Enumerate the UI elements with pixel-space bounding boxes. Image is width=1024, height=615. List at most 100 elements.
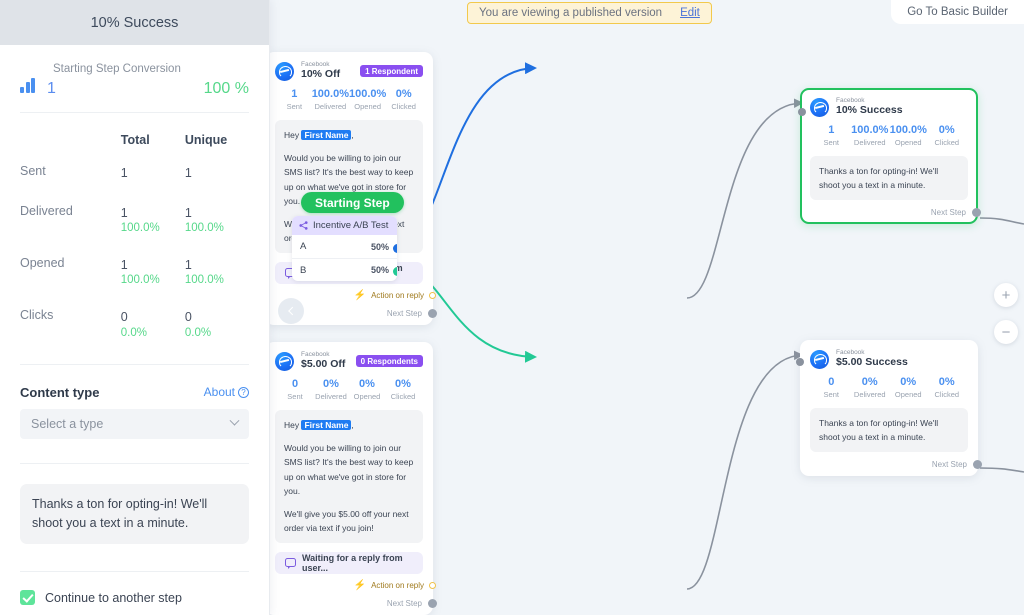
- card-header: Facebook 10% Off 1 Respondent: [275, 61, 423, 81]
- published-version-banner: You are viewing a published version Edit: [467, 2, 712, 24]
- action-on-reply-row[interactable]: ⚡ Action on reply: [275, 579, 436, 591]
- metric-delivered: 100.0% Delivered: [311, 88, 349, 112]
- card-title: $5.00 Success: [836, 356, 908, 369]
- stat-name: Sent: [20, 164, 46, 178]
- next-step-output-port[interactable]: [428, 308, 437, 318]
- metric-clicked: 0% Clicked: [391, 88, 416, 112]
- card-channel: Facebook: [301, 351, 330, 358]
- bubble-paragraph: Thanks a ton for opting-in! We'll shoot …: [819, 418, 939, 443]
- stats-col-unique: Unique: [184, 133, 228, 147]
- starting-step-label: Starting Step: [315, 195, 390, 210]
- waiting-for-reply-bar: Waiting for a reply from user...: [275, 551, 423, 574]
- first-name-merge-tag: First Name: [301, 130, 352, 141]
- banner-edit-link[interactable]: Edit: [680, 7, 700, 19]
- starting-step-conversion: Starting Step Conversion 1 100 %: [20, 45, 249, 112]
- metric-opened: 100.0% Opened: [349, 88, 387, 112]
- card-message-bubble: Thanks a ton for opting-in! We'll shoot …: [810, 408, 968, 453]
- zoom-out-label: −: [994, 320, 1018, 344]
- action-output-port[interactable]: [429, 582, 436, 590]
- conversion-percent: 100 %: [203, 80, 249, 97]
- waiting-label: Waiting for a reply from user...: [302, 552, 403, 573]
- zoom-in-button[interactable]: +: [994, 283, 1018, 307]
- card-header: Facebook 10% Success: [810, 97, 968, 117]
- ab-branch-b-percent: 50%: [370, 265, 389, 275]
- flow-card-ten-off[interactable]: Facebook 10% Off 1 Respondent 1 Sent 100.0% De…: [270, 52, 437, 325]
- metric-sent: 1 Sent: [823, 124, 839, 148]
- content-type-select[interactable]: Select a type: [20, 408, 249, 439]
- bolt-icon: ⚡: [353, 579, 367, 591]
- stat-total: 1 100.0%: [120, 206, 160, 235]
- metric-delivered: 0% Delivered: [853, 376, 886, 400]
- content-type-label: Content type: [20, 384, 100, 400]
- divider: [20, 571, 249, 573]
- zoom-out-button[interactable]: −: [994, 320, 1018, 344]
- card-title: $5.00 Off: [301, 358, 346, 371]
- continue-to-another-step-row[interactable]: Continue to another step: [20, 586, 249, 615]
- flow-canvas[interactable]: You are viewing a published version Edit…: [270, 0, 1024, 615]
- stat-name: Clicks: [20, 308, 54, 323]
- bubble-paragraph: Hey First Name,: [284, 128, 414, 142]
- ab-branch-a[interactable]: A 50%: [292, 235, 397, 258]
- basic-builder-label: Go To Basic Builder: [907, 6, 1008, 18]
- metric-sent: 0 Sent: [287, 378, 303, 402]
- ab-test-node[interactable]: Incentive A/B Test A 50% B 50%: [292, 216, 397, 281]
- bubble-paragraph: We'll give you $5.00 off your next order…: [284, 508, 409, 533]
- collapse-sidebar-button[interactable]: [278, 298, 304, 324]
- card-header: Facebook $5.00 Off 0 Respondents: [275, 351, 423, 371]
- stats-header-row: Total Unique: [20, 115, 249, 153]
- stat-unique: 1: [184, 166, 192, 180]
- flow-card-five-success[interactable]: Facebook $5.00 Success 0 Sent 0% Delivered 0% O…: [796, 340, 982, 477]
- table-row: Sent 1 1: [20, 153, 249, 193]
- next-step-row[interactable]: Next Step: [810, 208, 981, 218]
- sidebar-header: 10% Success: [0, 0, 269, 45]
- checkbox-checked-icon[interactable]: [20, 590, 35, 606]
- bubble-text-pre: Hey: [284, 420, 302, 431]
- card-message-bubble: Hey First Name, Would you be willing to j…: [275, 410, 423, 543]
- bubble-paragraph: Hey First Name,: [284, 418, 414, 432]
- bar-chart-icon: [20, 77, 47, 93]
- go-to-basic-builder-button[interactable]: Go To Basic Builder: [891, 0, 1024, 24]
- card-message-bubble: Thanks a ton for opting-in! We'll shoot …: [810, 156, 968, 201]
- about-link[interactable]: About ?: [204, 385, 249, 399]
- next-step-output-port[interactable]: [428, 598, 437, 608]
- facebook-messenger-icon: [275, 61, 294, 81]
- banner-text: You are viewing a published version: [479, 7, 663, 19]
- metric-clicked: 0% Clicked: [390, 378, 416, 402]
- facebook-messenger-icon: [275, 351, 294, 371]
- card-metrics: 0 Sent 0% Delivered 0% Opened 0% Clicked: [275, 371, 423, 401]
- card-input-port[interactable]: [798, 108, 806, 116]
- stat-total: 1: [120, 166, 128, 180]
- table-row: Delivered 1 100.0% 1 100.0%: [20, 193, 249, 245]
- starting-step-pill[interactable]: Starting Step: [301, 192, 404, 213]
- metric-clicked: 0% Clicked: [934, 376, 960, 400]
- action-on-reply-label: Action on reply: [371, 581, 424, 591]
- share-branch-icon: [299, 221, 308, 230]
- metric-opened: 0% Opened: [894, 376, 922, 400]
- card-metrics: 1 Sent 100.0% Delivered 100.0% Opened 0% Clicke…: [275, 81, 423, 111]
- card-metrics: 0 Sent 0% Delivered 0% Opened 0% Clicked: [810, 369, 968, 399]
- next-step-row[interactable]: Next Step: [810, 460, 982, 470]
- metric-opened: 100.0% Opened: [889, 124, 927, 148]
- bubble-text-pre: Hey: [284, 130, 302, 141]
- sidebar-title: 10% Success: [90, 14, 179, 31]
- ab-test-header: Incentive A/B Test: [292, 216, 397, 235]
- stat-total: 0 0.0%: [120, 310, 147, 339]
- metric-delivered: 100.0% Delivered: [851, 124, 889, 148]
- stat-unique: 0 0.0%: [184, 310, 212, 339]
- action-output-port[interactable]: [429, 292, 436, 300]
- metric-sent: 1 Sent: [286, 88, 303, 112]
- flow-card-five-off[interactable]: Facebook $5.00 Off 0 Respondents 0 Sent 0% Del…: [270, 342, 437, 615]
- card-input-port[interactable]: [796, 358, 804, 366]
- content-type-header: Content type About ?: [20, 365, 249, 409]
- card-metrics: 1 Sent 100.0% Delivered 100.0% Opened 0% Clicke…: [810, 117, 968, 147]
- card-header: Facebook $5.00 Success: [810, 349, 968, 369]
- next-step-row[interactable]: Next Step: [275, 598, 437, 608]
- ab-branch-b[interactable]: B 50%: [292, 258, 397, 281]
- next-step-label: Next Step: [930, 208, 966, 218]
- first-name-merge-tag: First Name: [301, 420, 352, 431]
- chat-bubble-icon: [285, 558, 296, 570]
- flow-card-ten-success[interactable]: Facebook 10% Success 1 Sent 100.0% Delivered 1…: [798, 88, 981, 225]
- card-title: 10% Off: [301, 68, 341, 81]
- ab-test-label: Incentive A/B Test: [313, 220, 389, 231]
- card-title: 10% Success: [836, 104, 903, 117]
